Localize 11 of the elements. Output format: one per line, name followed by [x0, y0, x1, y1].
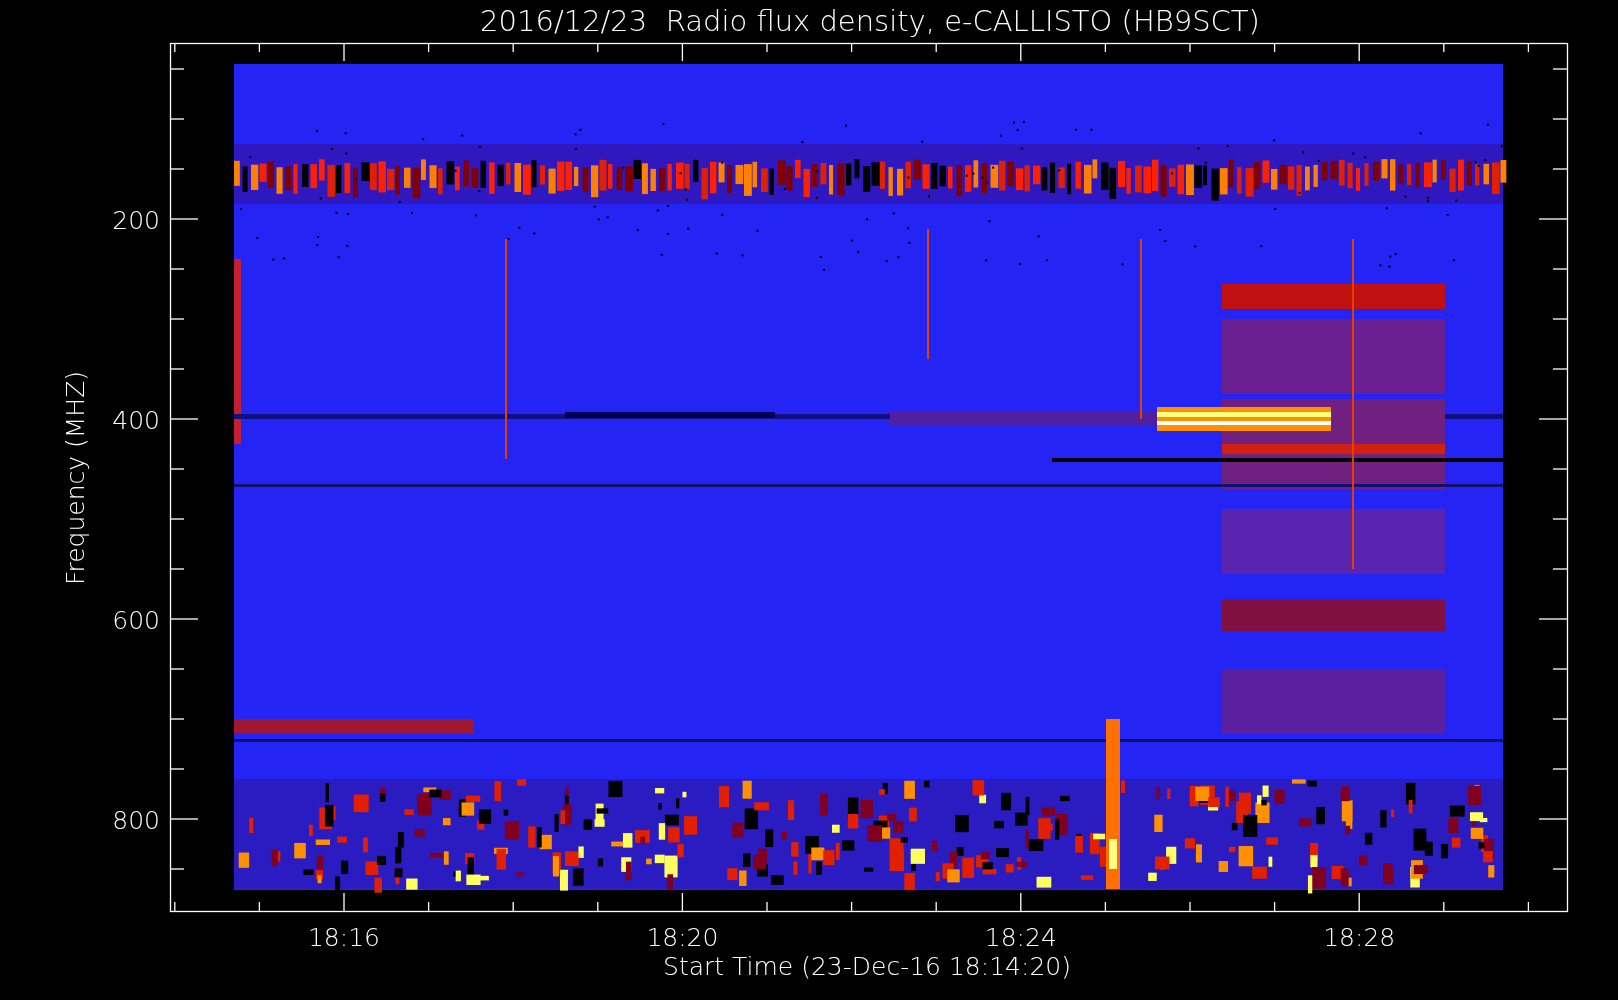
axis-tick-label: 800: [112, 806, 160, 835]
axis-tick-label: 18:16: [308, 923, 380, 952]
axis-tick-label: 400: [112, 406, 160, 435]
axis-tick-label: 200: [112, 206, 160, 235]
axis-title: Start Time (23-Dec-16 18:14:20): [663, 952, 1071, 981]
axis-tick-label: 18:20: [646, 923, 719, 952]
axis-title: Frequency (MHZ): [61, 370, 90, 586]
axis-tick-label: 600: [112, 606, 160, 635]
axis-tick-label: 18:24: [984, 923, 1057, 952]
chart-title: 2016/12/23 Radio flux density, e-CALLISTO (HB9SCT): [480, 4, 1260, 38]
axis-tick-label: 18:28: [1323, 923, 1396, 952]
